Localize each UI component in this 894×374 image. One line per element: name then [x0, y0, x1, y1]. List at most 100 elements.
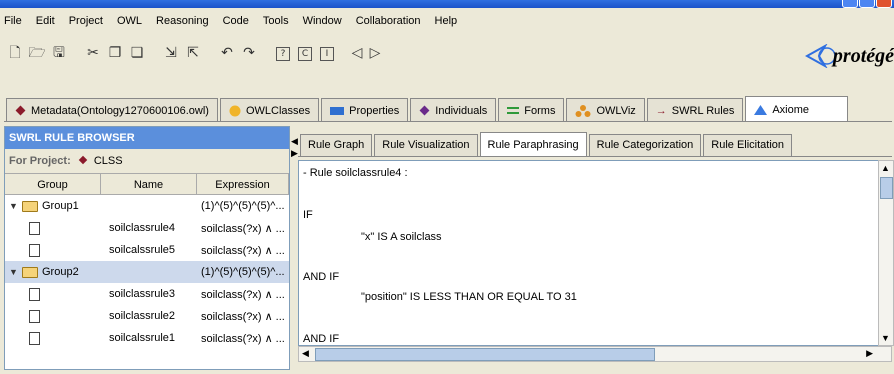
scroll-up-icon[interactable]: ▲ — [881, 163, 890, 173]
property-rect-icon — [330, 106, 345, 115]
scroll-down-icon[interactable]: ▼ — [881, 333, 890, 343]
rule-paraphrase-text-area[interactable]: - Rule soilclassrule4 : IF "x" IS A soil… — [298, 160, 878, 346]
rule-name: soilcalssrule1 — [109, 332, 176, 344]
rule-expression: soilclass(?x) ∧ ... — [201, 332, 285, 345]
back-icon[interactable]: ◁ — [348, 44, 366, 62]
tab-label: Metadata(Ontology1270600106.owl) — [31, 104, 209, 117]
menu-collaboration[interactable]: Collaboration — [356, 15, 421, 27]
table-row[interactable]: soilcalssrule1 soilclass(?x) ∧ ... — [5, 327, 289, 349]
tab-axiome[interactable]: Axiome — [745, 96, 849, 122]
scroll-right-icon[interactable]: ▶ — [866, 348, 873, 359]
tab-label: Individuals — [435, 104, 488, 117]
vertical-scroll-thumb[interactable] — [880, 177, 893, 199]
rule-name: soilclassrule2 — [109, 310, 176, 322]
column-header-name[interactable]: Name — [101, 174, 197, 194]
rule-expression: soilclass(?x) ∧ ... — [201, 244, 285, 257]
triangle-icon — [754, 104, 768, 115]
class-icon[interactable]: C — [298, 47, 312, 61]
subtab-divider — [298, 156, 892, 157]
menu-bar: File Edit Project OWL Reasoning Code Too… — [0, 10, 894, 32]
close-icon[interactable] — [876, 0, 892, 8]
tab-label: Forms — [524, 104, 556, 117]
redo-icon[interactable]: ↷ — [240, 44, 258, 62]
menu-window[interactable]: Window — [303, 15, 342, 27]
menu-reasoning[interactable]: Reasoning — [156, 15, 209, 27]
save-icon[interactable]: 🖫 — [50, 44, 68, 62]
rule-view-tab-bar: Rule Graph Rule Visualization Rule Parap… — [300, 132, 794, 156]
condition-text: "x" IS A soilclass — [361, 231, 442, 243]
rule-expression: soilclass(?x) ∧ ... — [201, 222, 285, 235]
menu-code[interactable]: Code — [223, 15, 249, 27]
cut-icon[interactable]: ✂ — [84, 44, 102, 62]
horizontal-scroll-thumb[interactable] — [315, 348, 655, 361]
rule-expression: soilclass(?x) ∧ ... — [201, 288, 285, 301]
expand-triangle-icon[interactable]: ▼ — [9, 267, 18, 277]
copy-icon[interactable]: ❐ — [106, 44, 124, 62]
undo-icon[interactable]: ↶ — [218, 44, 236, 62]
open-folder-icon[interactable]: 🗁 — [28, 44, 46, 62]
tab-divider — [4, 121, 892, 122]
collapse-left-icon[interactable]: ◀ — [291, 136, 298, 147]
menu-project[interactable]: Project — [69, 15, 103, 27]
table-row[interactable]: soilclassrule2 soilclass(?x) ∧ ... — [5, 305, 289, 327]
menu-edit[interactable]: Edit — [36, 15, 55, 27]
class-circle-icon — [229, 105, 241, 116]
rule-expression: soilclass(?x) ∧ ... — [201, 310, 285, 323]
diamond-icon — [15, 105, 26, 116]
toolbar: 🗋 🗁 🖫 ✂ ❐ ❏ ⇲ ⇱ ↶ ↷ ? C I ◁ ▷ — [0, 36, 894, 72]
table-row-group1[interactable]: ▼ Group1 (1)^(5)^(5)^(5)^... — [5, 195, 289, 217]
tab-label: Properties — [349, 104, 400, 117]
column-header-expression[interactable]: Expression — [197, 174, 289, 194]
collapse-right-icon[interactable]: ▶ — [291, 148, 298, 159]
paste-icon[interactable]: ❏ — [128, 44, 146, 62]
table-row[interactable]: soilclassrule3 soilclass(?x) ∧ ... — [5, 283, 289, 305]
tab-rule-categorization[interactable]: Rule Categorization — [588, 134, 702, 156]
vertical-scrollbar[interactable]: ▲ ▼ — [878, 160, 894, 346]
document-icon — [29, 331, 40, 345]
expand-triangle-icon[interactable]: ▼ — [9, 201, 18, 211]
tab-metadata[interactable]: Metadata(Ontology1270600106.owl) — [6, 98, 218, 122]
folder-icon — [22, 200, 38, 212]
maximize-icon[interactable] — [859, 0, 875, 8]
table-row-group2[interactable]: ▼ Group2 (1)^(5)^(5)^(5)^... — [5, 261, 289, 283]
document-icon — [29, 287, 40, 301]
new-file-icon[interactable]: 🗋 — [6, 44, 24, 62]
menu-help[interactable]: Help — [435, 15, 458, 27]
protege-logo: protégé — [804, 42, 894, 70]
form-lines-icon — [507, 106, 520, 114]
condition-keyword: AND IF — [303, 271, 340, 283]
tab-rule-elicitation[interactable]: Rule Elicitation — [703, 134, 793, 156]
tab-properties[interactable]: Properties — [321, 98, 409, 122]
tab-rule-paraphrasing[interactable]: Rule Paraphrasing — [479, 132, 587, 156]
tab-forms[interactable]: Forms — [498, 98, 565, 122]
forward-icon[interactable]: ▷ — [366, 44, 384, 62]
rule-name: soilcalssrule5 — [109, 244, 176, 256]
instance-icon[interactable]: I — [320, 47, 334, 61]
minimize-icon[interactable] — [842, 0, 858, 8]
table-header: Group Name Expression — [5, 173, 289, 195]
tab-owlclasses[interactable]: OWLClasses — [219, 98, 320, 122]
menu-owl[interactable]: OWL — [117, 15, 142, 27]
tab-individuals[interactable]: Individuals — [410, 98, 497, 122]
menu-tools[interactable]: Tools — [263, 15, 289, 27]
tab-rule-graph[interactable]: Rule Graph — [300, 134, 373, 156]
group-label: Group2 — [42, 266, 79, 278]
tab-label: OWLClasses — [245, 104, 311, 117]
tab-rule-visualization[interactable]: Rule Visualization — [374, 134, 478, 156]
table-row[interactable]: soilclassrule4 soilclass(?x) ∧ ... — [5, 217, 289, 239]
table-row[interactable]: soilcalssrule5 soilclass(?x) ∧ ... — [5, 239, 289, 261]
tab-swrl-rules[interactable]: → SWRL Rules — [646, 98, 744, 122]
export-icon[interactable]: ⇱ — [184, 44, 202, 62]
column-header-group[interactable]: Group — [5, 174, 101, 194]
main-tab-bar: Metadata(Ontology1270600106.owl) OWLClas… — [6, 96, 850, 122]
scroll-left-icon[interactable]: ◀ — [302, 348, 309, 359]
query-icon[interactable]: ? — [276, 47, 290, 61]
menu-file[interactable]: File — [4, 15, 22, 27]
tab-owlviz[interactable]: OWLViz — [566, 98, 645, 122]
group-label: Group1 — [42, 200, 79, 212]
condition-keyword: AND IF — [303, 333, 340, 345]
project-value: CLSS — [93, 155, 123, 167]
logo-text: protégé — [832, 44, 894, 67]
horizontal-scrollbar[interactable]: ◀ ▶ — [298, 346, 892, 362]
import-icon[interactable]: ⇲ — [162, 44, 180, 62]
